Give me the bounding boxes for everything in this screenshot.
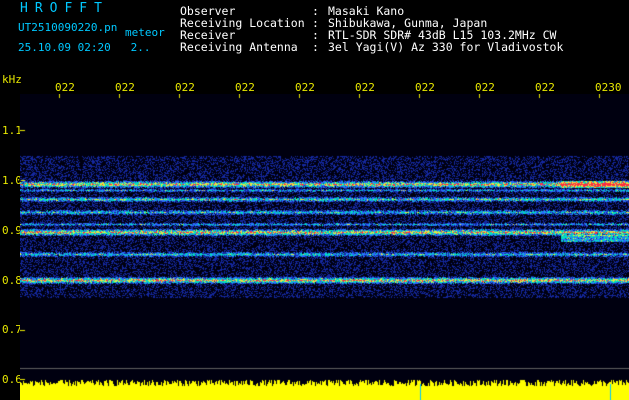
datetime-value: 25.10.09 02:20 [18, 41, 111, 54]
x-tick-label: 022 [55, 81, 75, 94]
datetime-label: 25.10.09 02:20 2.. [18, 41, 151, 54]
y-tick-label: 0.6 [2, 373, 22, 386]
y-unit-label: kHz [2, 73, 22, 86]
x-tick-label: 022 [415, 81, 435, 94]
x-tick-label: 022 [175, 81, 195, 94]
y-tick-label: 1.1 [2, 124, 22, 137]
y-tick-label: 0.8 [2, 274, 22, 287]
info-value-antenna: 3el Yagi(V) Az 330 for Vladivostok [328, 40, 564, 54]
x-tick-label: 022 [535, 81, 555, 94]
mode-label: meteor [125, 26, 165, 39]
x-tick-label: 022 [355, 81, 375, 94]
filename-label: UT2510090220.pn [18, 21, 118, 34]
y-tick-label: 0.7 [2, 323, 22, 336]
x-tick-label: 022 [475, 81, 495, 94]
page-number: 2 [130, 41, 138, 54]
y-tick-label: 0.9 [2, 224, 22, 237]
info-key-antenna: Receiving Antenna [180, 40, 298, 54]
info-colon: : [312, 40, 319, 54]
x-tick-label: 022 [115, 81, 135, 94]
brand-title: HROFFT [20, 1, 109, 16]
x-tick-label: 022 [235, 81, 255, 94]
y-tick-label: 1.0 [2, 174, 22, 187]
x-tick-label: 0230 [595, 81, 622, 94]
x-tick-label: 022 [295, 81, 315, 94]
spectrogram-canvas [20, 94, 629, 400]
